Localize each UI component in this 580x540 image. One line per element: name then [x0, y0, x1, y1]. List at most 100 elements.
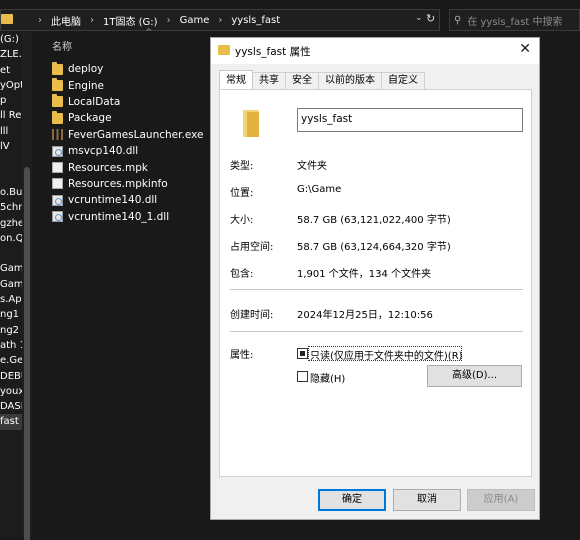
- file-icon: [52, 162, 63, 174]
- file-name: Resources.mpk: [68, 161, 148, 174]
- address-bar[interactable]: › 此电脑 › 1T固态 (G:) › Game › yysls_fast ⌄: [0, 9, 440, 31]
- attributes-label: 属性:: [230, 350, 254, 361]
- nav-item[interactable]: lV: [0, 139, 22, 154]
- property-label: 包含:: [230, 269, 254, 280]
- nav-item[interactable]: DEBU: [0, 369, 22, 384]
- dll-icon: [52, 194, 63, 206]
- search-icon: ⚲: [454, 14, 462, 26]
- nav-item[interactable]: Game: [0, 277, 22, 292]
- nav-item[interactable]: et: [0, 63, 22, 78]
- chevron-right-icon[interactable]: ›: [167, 15, 171, 26]
- tab-previous-versions[interactable]: 以前的版本: [318, 72, 382, 89]
- property-label: 类型:: [230, 161, 254, 172]
- file-name: vcruntime140.dll: [68, 194, 158, 207]
- tab-security[interactable]: 安全: [285, 72, 319, 89]
- file-list-item[interactable]: vcruntime140.dll: [52, 192, 203, 208]
- folder-icon: [1, 14, 13, 24]
- file-list-item[interactable]: vcruntime140_1.dll: [52, 209, 203, 225]
- file-name: Package: [68, 112, 112, 125]
- nav-item[interactable]: o.Bui: [0, 185, 22, 200]
- property-value: G:\Game: [297, 184, 342, 195]
- nav-item[interactable]: ZLE.B: [0, 47, 22, 62]
- file-list-item[interactable]: msvcp140.dll: [52, 143, 203, 159]
- dll-icon: [52, 211, 63, 223]
- folder-icon: [52, 61, 63, 75]
- property-label: 位置:: [230, 188, 254, 199]
- nav-item[interactable]: e.Ger: [0, 353, 22, 368]
- nav-item[interactable]: ll Re: [0, 108, 22, 123]
- nav-item[interactable]: [0, 154, 22, 169]
- nav-item[interactable]: DASH: [0, 399, 22, 414]
- property-value: 文件夹: [297, 161, 327, 172]
- nav-item[interactable]: ng2: [0, 323, 22, 338]
- chevron-right-icon[interactable]: ›: [90, 15, 94, 26]
- tab-customize[interactable]: 自定义: [381, 72, 425, 89]
- close-icon[interactable]: ✕: [519, 41, 531, 57]
- nav-item[interactable]: [0, 170, 22, 185]
- tab-general[interactable]: 常规: [219, 70, 253, 89]
- file-name: FeverGamesLauncher.exe: [68, 128, 204, 141]
- ok-button[interactable]: 确定: [318, 489, 386, 511]
- nav-item[interactable]: p: [0, 93, 22, 108]
- file-list-item[interactable]: LocalData: [52, 94, 203, 110]
- file-list: deploy Engine LocalData Package FeverGamesLa…: [52, 61, 203, 225]
- breadcrumb: › 此电脑 › 1T固态 (G:) › Game › yysls_fast: [29, 10, 280, 30]
- nav-item[interactable]: lll: [0, 124, 22, 139]
- breadcrumb-item-this-pc[interactable]: 此电脑: [51, 13, 81, 28]
- search-box[interactable]: ⚲ 在 yysls_fast 中搜索: [449, 9, 580, 31]
- properties-dialog: yysls_fast 属性 ✕ 常规 共享 安全 以前的版本 自定义 yysls…: [210, 37, 540, 520]
- general-panel: yysls_fast 类型: 文件夹 位置: G:\Game 大小: 58.7 …: [219, 89, 532, 477]
- file-list-item[interactable]: FeverGamesLauncher.exe: [52, 127, 203, 143]
- nav-item[interactable]: gzhe: [0, 216, 22, 231]
- tab-bar: 常规 共享 安全 以前的版本 自定义: [219, 70, 425, 89]
- readonly-checkbox[interactable]: [297, 348, 308, 359]
- nav-item[interactable]: yOpti: [0, 78, 22, 93]
- chevron-right-icon[interactable]: ›: [218, 15, 222, 26]
- nav-scrollbar[interactable]: [22, 32, 32, 540]
- navigation-pane[interactable]: (G:)ZLE.BetyOptipll RellllV o.Bui5chngzhe…: [0, 32, 22, 537]
- hidden-checkbox[interactable]: [297, 371, 308, 382]
- nav-item[interactable]: s.Apc: [0, 292, 22, 307]
- sort-caret-icon[interactable]: ^: [145, 28, 153, 38]
- column-header-name[interactable]: 名称: [52, 38, 72, 53]
- folder-name-field[interactable]: yysls_fast: [297, 108, 523, 132]
- nav-item[interactable]: (G:): [0, 32, 22, 47]
- breadcrumb-item-drive[interactable]: 1T固态 (G:): [103, 13, 158, 28]
- nav-item[interactable]: [0, 246, 22, 261]
- nav-item[interactable]: youxi: [0, 384, 22, 399]
- file-list-item[interactable]: Package: [52, 110, 203, 126]
- nav-item[interactable]: Gam: [0, 261, 22, 276]
- file-list-item[interactable]: deploy: [52, 61, 203, 77]
- chevron-down-icon[interactable]: ⌄: [415, 13, 423, 23]
- nav-item[interactable]: ng1: [0, 307, 22, 322]
- property-value: 2024年12月25日，12:10:56: [297, 310, 433, 321]
- apply-button[interactable]: 应用(A): [467, 489, 535, 511]
- advanced-button[interactable]: 高级(D)...: [427, 365, 522, 387]
- hidden-label[interactable]: 隐藏(H): [310, 370, 345, 385]
- tab-sharing[interactable]: 共享: [252, 72, 286, 89]
- file-name: msvcp140.dll: [68, 145, 139, 158]
- nav-item[interactable]: fast: [0, 414, 22, 430]
- dialog-titlebar[interactable]: yysls_fast 属性 ✕: [211, 38, 539, 64]
- breadcrumb-item-current[interactable]: yysls_fast: [231, 15, 280, 26]
- property-label: 占用空间:: [230, 242, 274, 253]
- cancel-button[interactable]: 取消: [393, 489, 461, 511]
- file-name: Resources.mpkinfo: [68, 177, 168, 190]
- nav-item[interactable]: on.Qu: [0, 231, 22, 246]
- nav-item[interactable]: ath 1: [0, 338, 22, 353]
- readonly-label[interactable]: 只读(仅应用于文件夹中的文件)(R): [310, 347, 463, 362]
- nav-item[interactable]: 5chn: [0, 200, 22, 215]
- folder-icon: [52, 94, 63, 108]
- folder-icon: [243, 110, 259, 137]
- file-name: vcruntime140_1.dll: [68, 210, 170, 223]
- file-list-item[interactable]: Resources.mpk: [52, 159, 203, 175]
- property-value: 58.7 GB (63,121,022,400 字节): [297, 215, 451, 226]
- file-list-item[interactable]: Engine: [52, 77, 203, 93]
- breadcrumb-item-game[interactable]: Game: [180, 15, 210, 26]
- refresh-icon[interactable]: ↻: [426, 12, 435, 25]
- divider: [230, 331, 523, 332]
- file-list-item[interactable]: Resources.mpkinfo: [52, 176, 203, 192]
- divider: [230, 289, 523, 290]
- search-placeholder: 在 yysls_fast 中搜索: [467, 16, 563, 28]
- scrollbar-thumb[interactable]: [24, 167, 30, 540]
